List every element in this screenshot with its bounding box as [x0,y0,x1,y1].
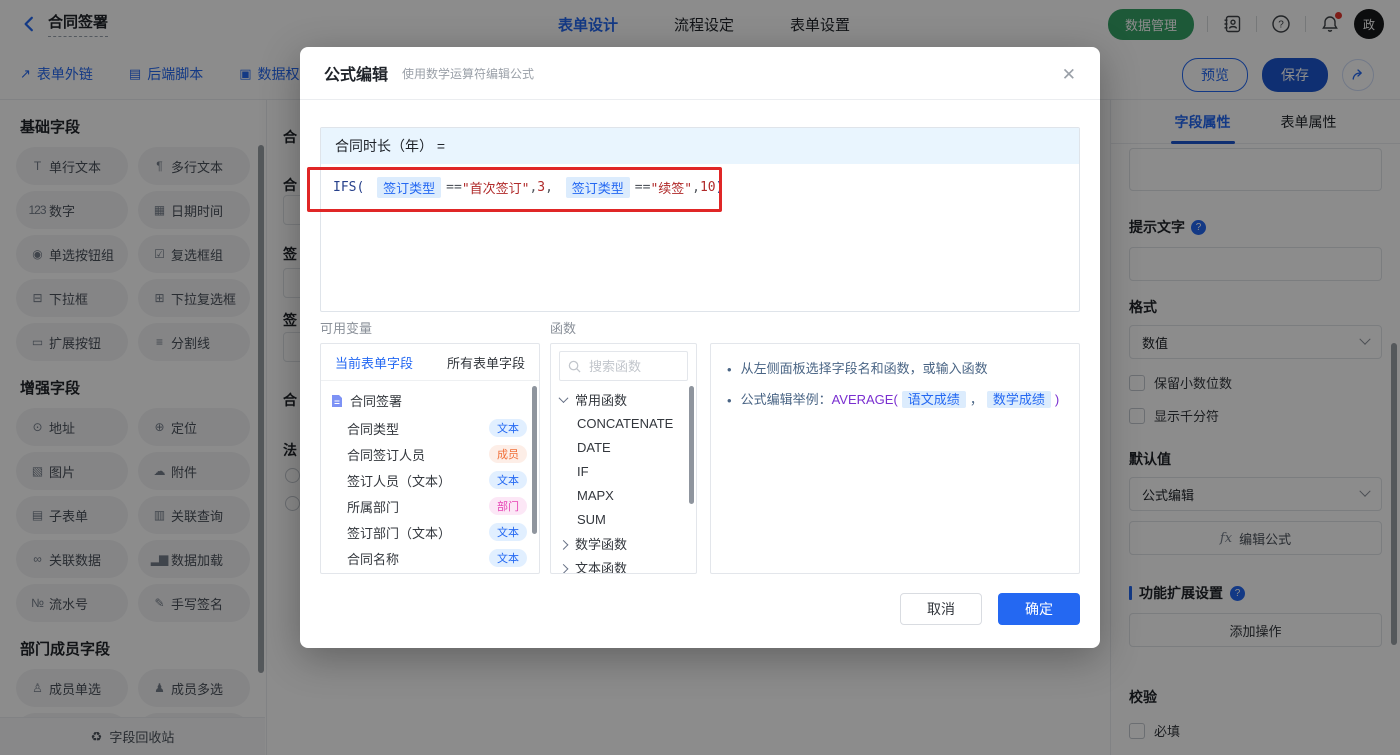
formula-token[interactable]: 3 [537,180,545,195]
formula-token[interactable]: "续签" [650,178,692,197]
formula-token[interactable]: "首次签订" [462,178,530,197]
tree-arrow-icon [558,392,569,403]
variables-tab[interactable]: 当前表单字段 [335,353,413,372]
variable-row[interactable]: 签订部门（文本） 文本 [321,519,539,545]
help-panel: • 从左侧面板选择字段名和函数，或输入函数 • 公式编辑举例：AVERAGE(语… [710,343,1080,574]
formula-target: 合同时长（年） = [321,128,1079,164]
cancel-button[interactable]: 取消 [900,593,982,625]
example-field-token: 语文成绩 [901,391,966,408]
function-name: SUM [577,511,606,527]
formula-input[interactable]: IFS( 签订类型 == "首次签订", 3, 签订类型 == "续签", 10) [321,164,1079,211]
variables-rows: 合同类型 文本 合同签订人员 成员 签订人员（文本） 文本 所属部门 部门 签订… [321,415,539,571]
functions-scrollbar[interactable] [689,386,694,504]
close-icon[interactable]: ✕ [1058,61,1080,89]
function-row[interactable]: 常用函数 [551,387,696,411]
modal-header: 公式编辑 使用数学运算符编辑公式 [300,47,1100,100]
function-row[interactable]: CONCATENATE [551,411,696,435]
confirm-button[interactable]: 确定 [998,593,1080,625]
function-row[interactable]: MAPX [551,483,696,507]
variables-tabs: 当前表单字段 所有表单字段 [321,344,539,381]
function-row[interactable]: DATE [551,435,696,459]
variables-root[interactable]: 合同签署 [321,386,539,415]
variables-scrollbar[interactable] [532,386,537,534]
variables-panel: 当前表单字段 所有表单字段 合同签署 合同类型 文本 合同签订人员 成员 签订人… [320,343,540,574]
variable-name: 签订部门（文本） [347,525,452,541]
variable-row[interactable]: 合同签订人员 成员 [321,441,539,467]
search-icon [568,360,581,373]
function-name: 数学函数 [575,536,628,552]
variable-type-badge: 部门 [489,497,527,515]
formula-editor-modal: 公式编辑 使用数学运算符编辑公式 ✕ 合同时长（年） = IFS( 签订类型 ==… [300,47,1100,648]
modal-subtitle: 使用数学运算符编辑公式 [402,66,535,81]
function-name: DATE [577,439,611,455]
formula-token[interactable]: 签订类型 [565,177,630,198]
function-name: 文本函数 [575,560,628,574]
function-name: 常用函数 [575,392,628,408]
tree-arrow-icon [558,563,569,573]
function-row[interactable]: SUM [551,507,696,531]
variables-tree: 合同签署 合同类型 文本 合同签订人员 成员 签订人员（文本） 文本 所属部门 … [321,381,539,571]
formula-token[interactable]: == [446,180,462,195]
function-row[interactable]: IF [551,459,696,483]
document-icon [332,394,342,407]
example-function: AVERAGE( [831,392,898,407]
function-name: IF [577,463,589,479]
formula-token[interactable]: , [529,180,537,195]
variables-label: 可用变量 [320,321,373,336]
function-list: 常用函数 CONCATENATE DATE IF MAPX SUM 数学函数 文… [551,387,696,574]
variable-type-badge: 文本 [489,471,527,489]
help-bullet: • 从左侧面板选择字段名和函数，或输入函数 [727,361,988,377]
function-row[interactable]: 文本函数 [551,555,696,574]
variable-row[interactable]: 签订人员（文本） 文本 [321,467,539,493]
formula-token[interactable]: , [692,180,700,195]
formula-token[interactable]: ) [716,180,724,195]
formula-token[interactable]: 10 [700,180,716,195]
function-name: CONCATENATE [577,415,674,431]
variable-name: 签订人员（文本） [347,473,452,489]
variable-name: 所属部门 [347,499,400,515]
variable-row[interactable]: 所属部门 部门 [321,493,539,519]
variable-row[interactable]: 合同类型 文本 [321,415,539,441]
formula-token[interactable]: IFS( [333,180,372,195]
variable-type-badge: 文本 [489,419,527,437]
example-field-token: 数学成绩 [986,391,1051,408]
variable-name: 合同名称 [347,551,400,567]
variable-name: 合同签订人员 [347,447,426,463]
function-search-input[interactable] [587,357,677,375]
variables-tab[interactable]: 所有表单字段 [447,353,525,372]
variable-type-badge: 文本 [489,549,527,567]
variable-type-badge: 成员 [489,445,527,463]
variable-name: 合同类型 [347,421,400,437]
functions-panel: 常用函数 CONCATENATE DATE IF [550,343,697,574]
function-row[interactable]: 数学函数 [551,531,696,555]
functions-label: 函数 [550,321,577,336]
formula-token[interactable]: == [635,180,651,195]
help-bullet-example: • 公式编辑举例：AVERAGE(语文成绩，数学成绩) [727,391,1060,408]
function-name: MAPX [577,487,614,503]
modal-title: 公式编辑 [324,67,389,84]
variable-row[interactable]: 合同名称 文本 [321,545,539,571]
formula-token[interactable]: 签订类型 [377,177,442,198]
tree-arrow-icon [558,539,569,550]
formula-box: 合同时长（年） = IFS( 签订类型 == "首次签订", 3, 签订类型 == "续签… [320,127,1080,312]
variable-type-badge: 文本 [489,523,527,541]
formula-token[interactable]: , [545,180,561,195]
function-search[interactable] [559,351,688,381]
